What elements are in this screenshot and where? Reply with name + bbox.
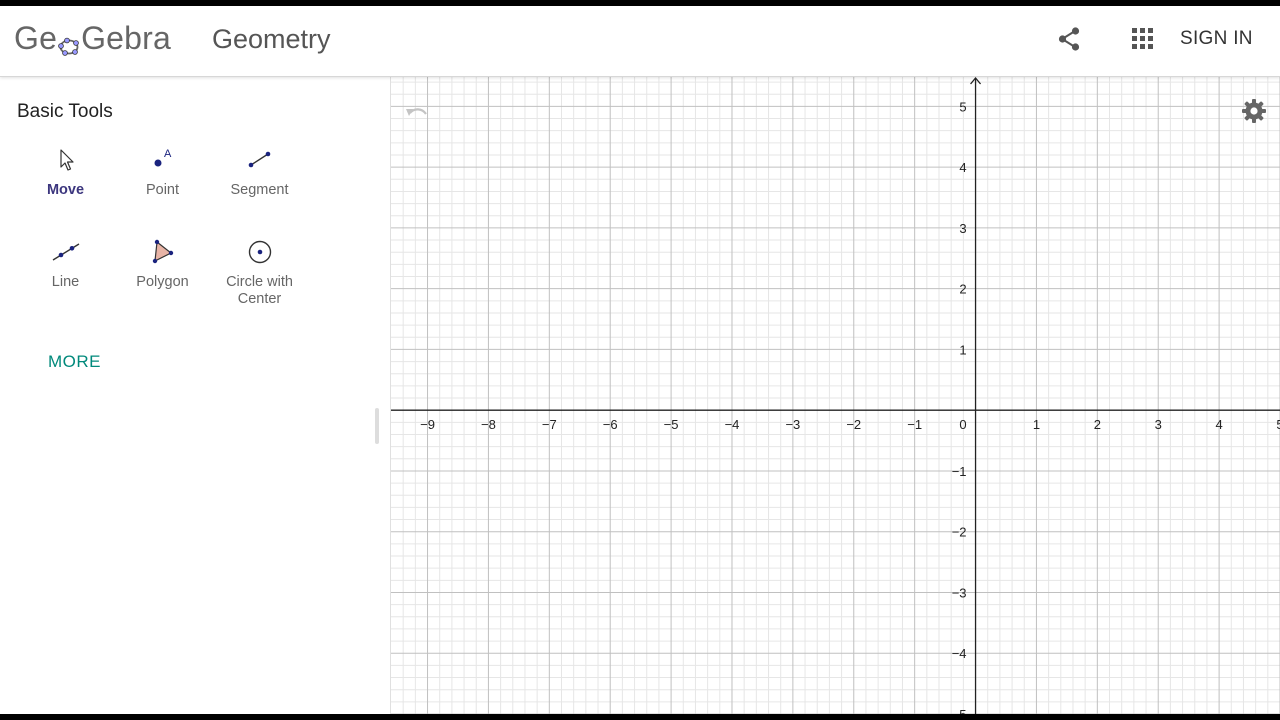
- y-tick-label: −4: [952, 646, 967, 661]
- x-tick-label: −2: [846, 417, 861, 432]
- tool-move[interactable]: Move: [17, 146, 114, 226]
- more-tools-button[interactable]: MORE: [48, 352, 101, 372]
- gear-icon: [1242, 99, 1266, 123]
- tool-panel: Basic Tools Move A Point Segment Line Po…: [0, 76, 391, 714]
- y-tick-label: −3: [952, 585, 967, 600]
- x-tick-label: −1: [907, 417, 922, 432]
- app-title: Geometry: [212, 24, 331, 54]
- x-tick-label: −9: [420, 417, 435, 432]
- sign-in-button[interactable]: SIGN IN: [1170, 26, 1263, 52]
- graphics-view[interactable]: −9 −8 −7 −6 −5 −4 −3 −2 −1 1 2 3 4 5 5 4 3 2 1 −1 −2 −3 −4 −5 0: [391, 76, 1280, 714]
- x-tick-label: −3: [785, 417, 800, 432]
- share-button[interactable]: [1056, 26, 1082, 52]
- move-arrow-icon: [59, 149, 74, 171]
- panel-resize-handle[interactable]: [375, 408, 379, 444]
- tool-polygon[interactable]: Polygon: [114, 238, 211, 318]
- circle-with-center-icon: [248, 240, 271, 264]
- tool-segment-label: Segment: [230, 182, 289, 198]
- y-tick-label: 1: [959, 342, 966, 357]
- y-tick-label: −2: [952, 525, 967, 540]
- y-tick-label: 5: [959, 99, 966, 114]
- share-icon: [1058, 27, 1080, 51]
- geogebra-ring-icon: [58, 29, 80, 56]
- apps-grid-icon: [1132, 28, 1153, 49]
- line-icon: [52, 243, 79, 261]
- tool-point-label: Point: [145, 182, 180, 198]
- logo-text-left: Ge: [14, 19, 58, 56]
- header-bar: Ge Gebra Geometry SIGN IN: [0, 6, 1280, 77]
- graphics-settings-button[interactable]: [1241, 98, 1267, 124]
- y-tick-label: −5: [952, 707, 967, 714]
- y-tick-label: 2: [959, 282, 966, 297]
- tool-segment[interactable]: Segment: [211, 146, 308, 226]
- tool-line[interactable]: Line: [17, 238, 114, 318]
- x-tick-label: 3: [1155, 417, 1162, 432]
- x-tick-label: −4: [725, 417, 740, 432]
- y-tick-label: 4: [959, 160, 966, 175]
- x-tick-label: −7: [542, 417, 557, 432]
- undo-icon: [406, 108, 427, 116]
- origin-label: 0: [959, 417, 966, 432]
- x-tick-label: −6: [603, 417, 618, 432]
- tool-line-label: Line: [51, 274, 80, 290]
- x-tick-label: 4: [1215, 417, 1222, 432]
- point-icon: A: [154, 148, 172, 167]
- x-tick-label: 1: [1033, 417, 1040, 432]
- segment-icon: [248, 151, 270, 168]
- logo-text-right: Gebra: [81, 19, 172, 56]
- svg-text:A: A: [164, 148, 172, 160]
- x-tick-label: 5: [1276, 417, 1280, 432]
- y-tick-label: −1: [952, 464, 967, 479]
- tool-circle-with-center[interactable]: Circle with Center: [211, 238, 308, 318]
- panel-title: Basic Tools: [17, 101, 113, 122]
- geogebra-app: Ge Gebra Geometry SIGN IN Basic Tools Mo…: [0, 6, 1280, 714]
- apps-menu-button[interactable]: [1130, 26, 1156, 52]
- x-tick-label: 2: [1094, 417, 1101, 432]
- tool-circle-with-center-label: Circle with Center: [226, 274, 293, 307]
- polygon-icon: [152, 239, 173, 264]
- geogebra-logo[interactable]: Ge Gebra: [14, 20, 171, 56]
- y-tick-label: 3: [959, 221, 966, 236]
- tool-move-label: Move: [46, 182, 85, 198]
- undo-button[interactable]: [403, 104, 429, 126]
- x-tick-label: −8: [481, 417, 496, 432]
- tool-point[interactable]: A Point: [114, 146, 211, 226]
- coordinate-grid[interactable]: −9 −8 −7 −6 −5 −4 −3 −2 −1 1 2 3 4 5 5 4 3 2 1 −1 −2 −3 −4 −5 0: [391, 76, 1280, 714]
- x-tick-label: −5: [664, 417, 679, 432]
- tool-polygon-label: Polygon: [136, 274, 189, 290]
